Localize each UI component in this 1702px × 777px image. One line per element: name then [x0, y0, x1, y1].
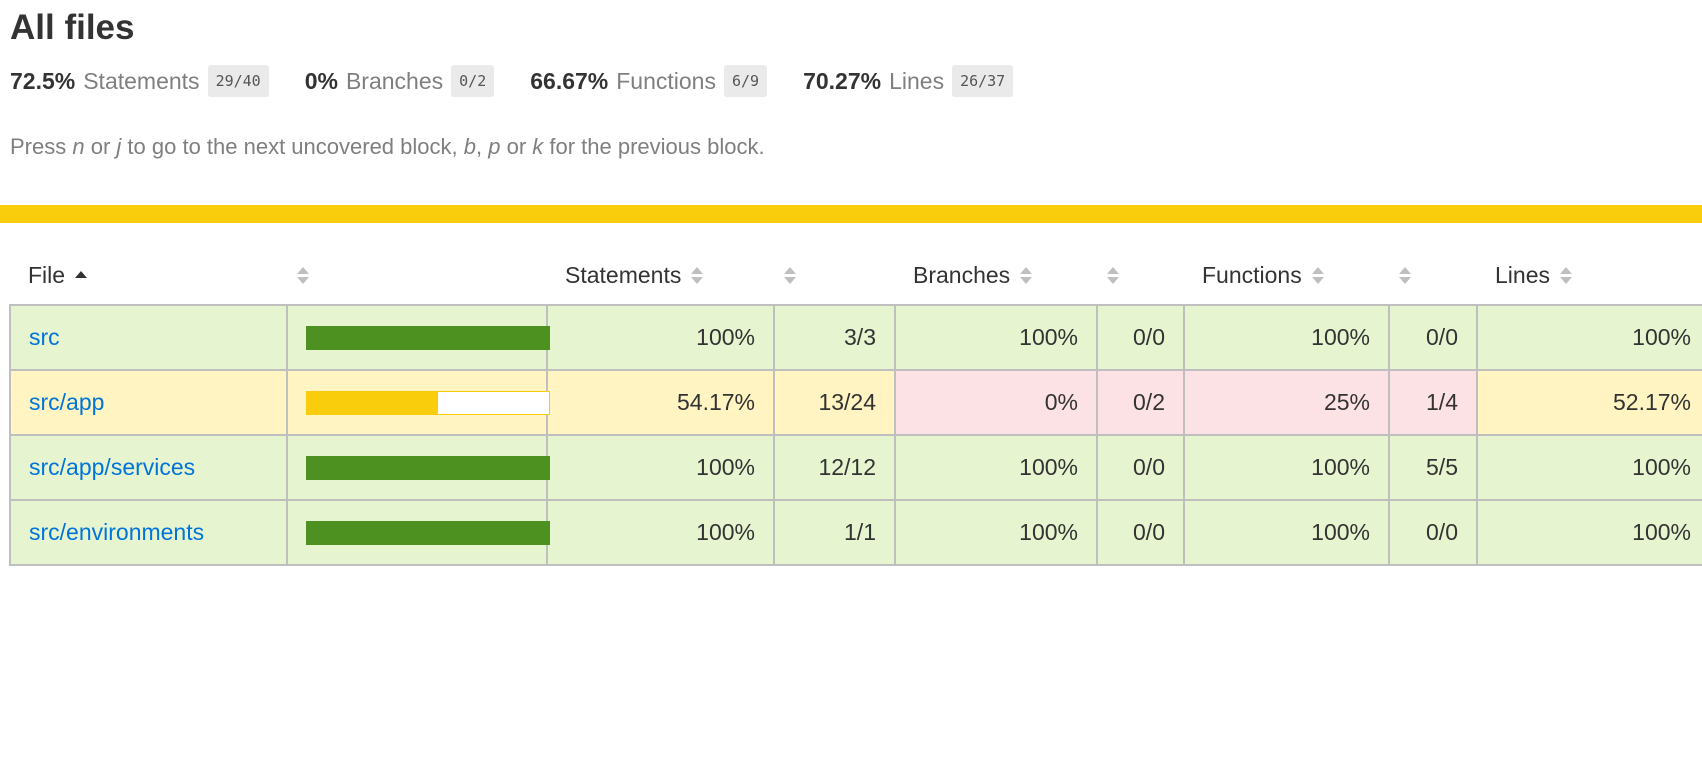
summary-branches: 0% Branches 0/2 — [305, 65, 495, 97]
statements-fraction: 1/1 — [773, 499, 896, 566]
summary-fraction: 6/9 — [723, 65, 768, 97]
coverage-status-line — [0, 205, 1702, 223]
sort-icon — [1020, 266, 1033, 286]
sort-icon — [1311, 266, 1324, 286]
sort-icon — [784, 266, 796, 286]
branches-pct: 100% — [894, 434, 1098, 501]
summary-label: Branches — [345, 67, 444, 94]
header-file[interactable]: File — [10, 246, 287, 306]
coverage-bar-cell — [286, 369, 550, 436]
table-header-row: File Statements Branches Functions Lines — [10, 246, 1702, 306]
statements-pct: 100% — [546, 304, 775, 371]
lines-pct: 100% — [1476, 499, 1702, 566]
coverage-bar-cell — [286, 499, 550, 566]
header-statements[interactable]: Statements — [547, 246, 774, 306]
coverage-rows: src 100% 3/3 100% 0/0 100% 0/0 100% src/app 54.17… — [9, 304, 1702, 566]
summary-statements: 72.5% Statements 29/40 — [10, 65, 269, 97]
file-cell: src/environments — [9, 499, 288, 566]
statements-fraction: 12/12 — [773, 434, 896, 501]
sort-icon — [297, 266, 309, 286]
statements-pct: 100% — [546, 434, 775, 501]
summary-lines: 70.27% Lines 26/37 — [803, 65, 1014, 97]
functions-pct: 100% — [1183, 304, 1390, 371]
functions-fraction: 0/0 — [1388, 499, 1478, 566]
coverage-bar — [306, 520, 550, 545]
functions-pct: 100% — [1183, 434, 1390, 501]
summary-functions: 66.67% Functions 6/9 — [530, 65, 768, 97]
coverage-bar-cell — [286, 304, 550, 371]
summary-pct: 70.27% — [803, 67, 882, 94]
header-functions-raw[interactable] — [1389, 246, 1477, 306]
header-branches-raw[interactable] — [1097, 246, 1184, 306]
coverage-bar-fill — [307, 391, 439, 414]
file-link[interactable]: src — [29, 324, 60, 350]
file-link[interactable]: src/app — [29, 389, 104, 415]
coverage-report: All files 72.5% Statements 29/40 0% Bran… — [0, 0, 1702, 777]
table-row: src/environments 100% 1/1 100% 0/0 100% 0/0 100… — [9, 499, 1702, 566]
functions-fraction: 5/5 — [1388, 434, 1478, 501]
header-section: All files 72.5% Statements 29/40 0% Bran… — [0, 0, 1702, 160]
table-row: src 100% 3/3 100% 0/0 100% 0/0 100% — [9, 304, 1702, 371]
functions-pct: 100% — [1183, 499, 1390, 566]
summary-label: Statements — [83, 67, 200, 94]
branches-fraction: 0/0 — [1096, 434, 1185, 501]
coverage-bar — [306, 455, 550, 480]
summary-pct: 72.5% — [10, 67, 76, 94]
summary-pct: 66.67% — [530, 67, 609, 94]
branches-pct: 100% — [894, 499, 1098, 566]
coverage-bar-fill — [307, 456, 549, 479]
summary-fraction: 29/40 — [207, 65, 269, 97]
lines-pct: 100% — [1476, 304, 1702, 371]
header-functions[interactable]: Functions — [1184, 246, 1389, 306]
sort-icon — [1399, 266, 1411, 286]
branches-fraction: 0/0 — [1096, 499, 1185, 566]
sort-icon — [1107, 266, 1119, 286]
functions-fraction: 1/4 — [1388, 369, 1478, 436]
file-cell: src/app/services — [9, 434, 288, 501]
functions-pct: 25% — [1183, 369, 1390, 436]
coverage-table: File Statements Branches Functions Lines… — [9, 246, 1702, 566]
sort-icon — [691, 266, 704, 286]
keyboard-help-text: Press n or j to go to the next uncovered… — [10, 134, 765, 159]
statements-pct: 100% — [546, 499, 775, 566]
table-row: src/app/services 100% 12/12 100% 0/0 100% 5/5 1… — [9, 434, 1702, 501]
branches-pct: 0% — [894, 369, 1098, 436]
header-statements-raw[interactable] — [774, 246, 895, 306]
summary-metrics: 72.5% Statements 29/40 0% Branches 0/2 6… — [10, 64, 1692, 98]
sort-asc-icon — [75, 266, 88, 286]
statements-fraction: 13/24 — [773, 369, 896, 436]
lines-pct: 100% — [1476, 434, 1702, 501]
coverage-bar-cell — [286, 434, 550, 501]
file-link[interactable]: src/app/services — [29, 454, 195, 480]
table-row: src/app 54.17% 13/24 0% 0/2 25% 1/4 52.17% — [9, 369, 1702, 436]
sort-icon — [1559, 266, 1572, 286]
header-lines[interactable]: Lines — [1477, 246, 1702, 306]
summary-label: Functions — [616, 67, 716, 94]
lines-pct: 52.17% — [1476, 369, 1702, 436]
coverage-bar-fill — [307, 521, 549, 544]
coverage-bar-fill — [307, 326, 549, 349]
coverage-bar — [306, 390, 550, 415]
summary-fraction: 26/37 — [952, 65, 1014, 97]
branches-fraction: 0/0 — [1096, 304, 1185, 371]
header-file-bar[interactable] — [287, 246, 547, 306]
coverage-bar — [306, 325, 550, 350]
file-link[interactable]: src/environments — [29, 519, 204, 545]
functions-fraction: 0/0 — [1388, 304, 1478, 371]
page-title: All files — [10, 8, 135, 47]
header-branches[interactable]: Branches — [895, 246, 1097, 306]
statements-pct: 54.17% — [546, 369, 775, 436]
summary-fraction: 0/2 — [451, 65, 495, 97]
statements-fraction: 3/3 — [773, 304, 896, 371]
branches-fraction: 0/2 — [1096, 369, 1185, 436]
summary-label: Lines — [889, 67, 945, 94]
file-cell: src/app — [9, 369, 288, 436]
file-cell: src — [9, 304, 288, 371]
branches-pct: 100% — [894, 304, 1098, 371]
summary-pct: 0% — [304, 67, 338, 94]
